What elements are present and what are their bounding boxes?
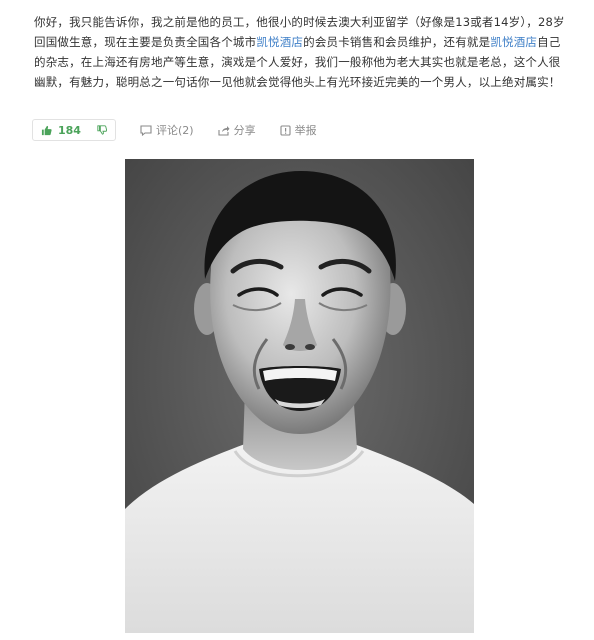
- comment-button[interactable]: 评论(2): [140, 122, 194, 138]
- comment-label: 评论(2): [156, 124, 194, 137]
- hyatt-hotel-link-2[interactable]: 凯悦酒店: [490, 35, 537, 49]
- answer-page: 你好，我只能告诉你，我之前是他的员工，他很小的时候去澳大利亚留学（好像是13或者…: [0, 0, 594, 640]
- answer-text-part-2: 的会员卡销售和会员维护，还有就是: [303, 35, 491, 49]
- hyatt-hotel-link-1[interactable]: 凯悦酒店: [256, 35, 303, 49]
- answer-text: 你好，我只能告诉你，我之前是他的员工，他很小的时候去澳大利亚留学（好像是13或者…: [34, 12, 570, 92]
- answer-action-bar: 184 评论(2) 分享 举报: [32, 117, 317, 143]
- portrait-photo: [125, 159, 474, 633]
- comment-icon: [140, 124, 152, 136]
- thumbs-up-icon: [41, 125, 52, 135]
- share-button[interactable]: 分享: [218, 122, 256, 138]
- portrait-illustration: [125, 159, 474, 633]
- like-count: 184: [58, 123, 81, 137]
- report-icon: [280, 124, 291, 136]
- share-icon: [218, 125, 230, 136]
- share-label: 分享: [233, 124, 256, 137]
- dislike-button[interactable]: [97, 125, 107, 135]
- vote-box: 184: [32, 119, 116, 141]
- like-button[interactable]: 184: [41, 124, 81, 137]
- report-label: 举报: [294, 124, 317, 137]
- report-button[interactable]: 举报: [280, 122, 317, 138]
- thumbs-down-icon: [97, 125, 107, 135]
